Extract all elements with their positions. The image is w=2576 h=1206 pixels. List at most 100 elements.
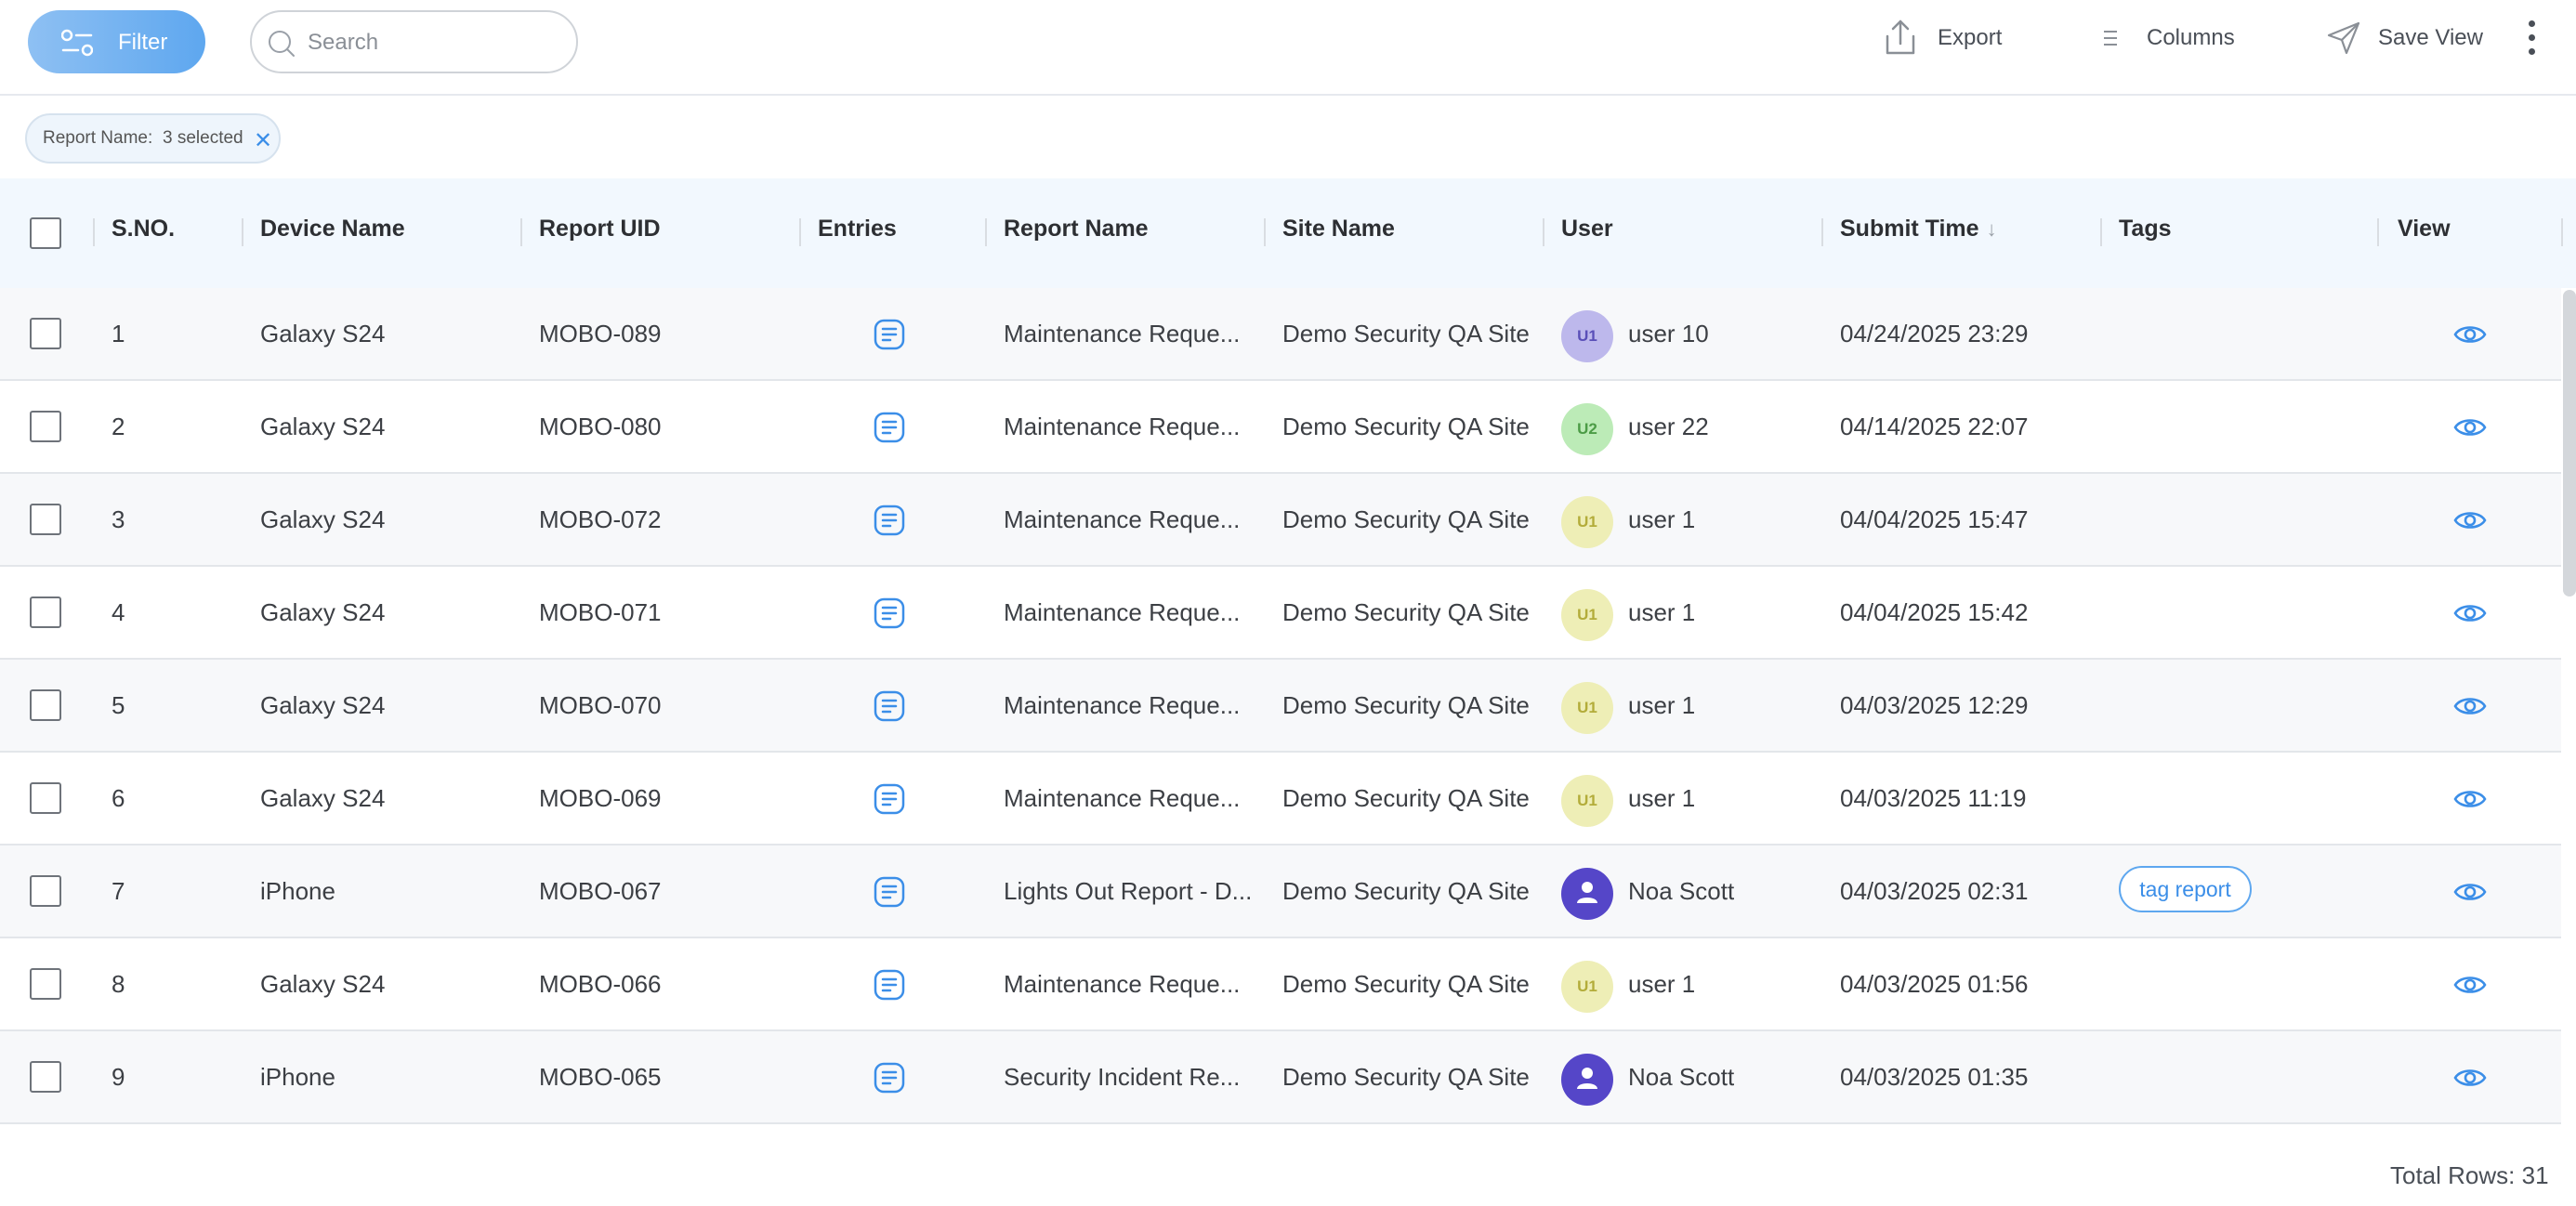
kebab-menu-icon[interactable] — [2520, 20, 2543, 65]
cell-site-name: Demo Security QA Site — [1282, 320, 1530, 347]
avatar: U1 — [1561, 496, 1613, 548]
cell-report-name: Maintenance Reque... — [1004, 784, 1241, 812]
cell-sno: 1 — [112, 320, 125, 347]
column-header-submit-time[interactable]: Submit Time ↓ — [1840, 216, 1997, 243]
document-lines-icon[interactable] — [872, 596, 907, 631]
cell-site-name: Demo Security QA Site — [1282, 505, 1530, 533]
cell-report-name: Lights Out Report - D... — [1004, 877, 1253, 905]
cell-report-name: Maintenance Reque... — [1004, 320, 1241, 347]
column-header-report-uid[interactable]: Report UID — [539, 216, 661, 243]
filter-chip-value: 3 selected — [163, 128, 243, 148]
cell-site-name: Demo Security QA Site — [1282, 970, 1530, 998]
column-divider — [1264, 218, 1266, 246]
eye-icon[interactable] — [2453, 321, 2487, 353]
filter-chip: Report Name: 3 selected ✕ — [25, 113, 281, 164]
column-header-tags[interactable]: Tags — [2119, 216, 2172, 243]
eye-icon[interactable] — [2453, 785, 2487, 818]
document-lines-icon[interactable] — [872, 1060, 907, 1095]
person-icon — [1573, 878, 1601, 911]
document-lines-icon[interactable] — [872, 874, 907, 910]
document-lines-icon[interactable] — [872, 688, 907, 724]
export-button[interactable]: Export — [1880, 13, 2002, 63]
close-icon[interactable]: ✕ — [254, 127, 272, 154]
table-row[interactable]: 9 iPhone MOBO-065 Security Incident Re... De… — [0, 1031, 2561, 1124]
save-view-button[interactable]: Save View — [2326, 13, 2483, 63]
cell-device-name: Galaxy S24 — [260, 691, 386, 719]
cell-sno: 3 — [112, 505, 125, 533]
table-row[interactable]: 2 Galaxy S24 MOBO-080 Maintenance Reque... D… — [0, 381, 2561, 474]
cell-sno: 7 — [112, 877, 125, 905]
cell-user: user 1 — [1628, 691, 1696, 719]
column-header-user[interactable]: User — [1561, 216, 1613, 243]
row-checkbox[interactable] — [30, 1061, 61, 1093]
table-row[interactable]: 4 Galaxy S24 MOBO-071 Maintenance Reque... D… — [0, 567, 2561, 660]
column-divider — [520, 218, 522, 246]
row-checkbox[interactable] — [30, 782, 61, 814]
column-header-view[interactable]: View — [2398, 216, 2451, 243]
avatar: U1 — [1561, 589, 1613, 641]
row-checkbox[interactable] — [30, 411, 61, 442]
tag-chip[interactable]: tag report — [2119, 866, 2252, 912]
select-all-checkbox[interactable] — [30, 217, 61, 249]
cell-report-name: Maintenance Reque... — [1004, 505, 1241, 533]
document-lines-icon[interactable] — [872, 781, 907, 817]
eye-icon[interactable] — [2453, 413, 2487, 446]
column-header-device-name[interactable]: Device Name — [260, 216, 405, 243]
row-checkbox[interactable] — [30, 968, 61, 1000]
table-row[interactable]: 1 Galaxy S24 MOBO-089 Maintenance Reque... D… — [0, 288, 2561, 381]
cell-report-uid: MOBO-069 — [539, 784, 662, 812]
eye-icon[interactable] — [2453, 878, 2487, 911]
document-lines-icon[interactable] — [872, 317, 907, 352]
cell-submit-time: 04/03/2025 11:19 — [1840, 784, 2027, 812]
column-header-sno[interactable]: S.NO. — [112, 216, 175, 243]
eye-icon[interactable] — [2453, 506, 2487, 539]
row-checkbox[interactable] — [30, 318, 61, 349]
cell-submit-time: 04/14/2025 22:07 — [1840, 413, 2029, 440]
cell-report-uid: MOBO-066 — [539, 970, 662, 998]
column-header-site-name[interactable]: Site Name — [1282, 216, 1395, 243]
vertical-scrollbar[interactable] — [2563, 290, 2576, 596]
row-checkbox[interactable] — [30, 504, 61, 535]
cell-sno: 8 — [112, 970, 125, 998]
search-box — [250, 10, 578, 73]
table-row[interactable]: 5 Galaxy S24 MOBO-070 Maintenance Reque... D… — [0, 660, 2561, 753]
eye-icon[interactable] — [2453, 599, 2487, 632]
table-row[interactable]: 6 Galaxy S24 MOBO-069 Maintenance Reque... D… — [0, 753, 2561, 846]
eye-icon[interactable] — [2453, 692, 2487, 725]
document-lines-icon[interactable] — [872, 410, 907, 445]
avatar — [1561, 868, 1613, 920]
eye-icon[interactable] — [2453, 1064, 2487, 1096]
cell-report-uid: MOBO-065 — [539, 1063, 662, 1091]
cell-report-uid: MOBO-070 — [539, 691, 662, 719]
save-view-label: Save View — [2378, 25, 2483, 50]
table-row[interactable]: 8 Galaxy S24 MOBO-066 Maintenance Reque... D… — [0, 938, 2561, 1031]
row-checkbox[interactable] — [30, 875, 61, 907]
cell-report-name: Maintenance Reque... — [1004, 413, 1241, 440]
search-icon — [269, 31, 295, 57]
document-lines-icon[interactable] — [872, 503, 907, 538]
filter-sliders-icon — [61, 29, 93, 57]
column-header-report-name[interactable]: Report Name — [1004, 216, 1149, 243]
sort-descending-icon: ↓ — [1986, 217, 1997, 241]
columns-button[interactable]: Columns — [2098, 13, 2235, 63]
column-header-submit-time-label: Submit Time — [1840, 216, 1979, 242]
row-checkbox[interactable] — [30, 689, 61, 721]
cell-submit-time: 04/04/2025 15:42 — [1840, 598, 2029, 626]
row-checkbox[interactable] — [30, 596, 61, 628]
column-header-entries[interactable]: Entries — [818, 216, 897, 243]
cell-report-uid: MOBO-089 — [539, 320, 662, 347]
column-divider — [2377, 218, 2379, 246]
filter-button[interactable]: Filter — [28, 10, 205, 73]
eye-icon[interactable] — [2453, 971, 2487, 1003]
columns-label: Columns — [2147, 25, 2235, 50]
cell-device-name: Galaxy S24 — [260, 598, 386, 626]
document-lines-icon[interactable] — [872, 967, 907, 1003]
avatar: U2 — [1561, 403, 1613, 455]
table-row[interactable]: 7 iPhone MOBO-067 Lights Out Report - D... D… — [0, 846, 2561, 938]
cell-user: user 1 — [1628, 505, 1696, 533]
column-divider — [1821, 218, 1823, 246]
search-input[interactable] — [308, 25, 559, 60]
cell-device-name: Galaxy S24 — [260, 784, 386, 812]
table-row[interactable]: 3 Galaxy S24 MOBO-072 Maintenance Reque... D… — [0, 474, 2561, 567]
avatar: U1 — [1561, 682, 1613, 734]
